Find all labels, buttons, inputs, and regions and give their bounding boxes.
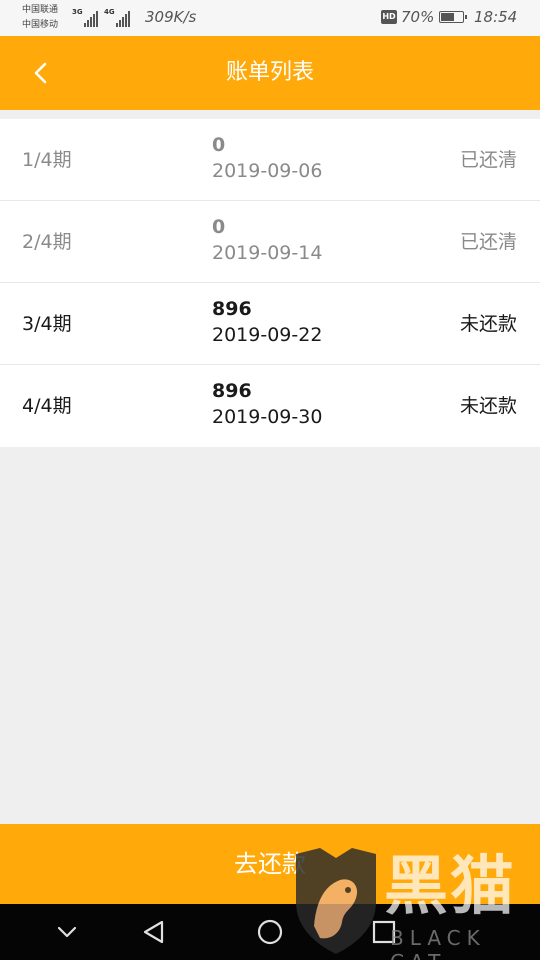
- bill-period: 3/4期: [22, 313, 72, 335]
- square-recents-icon[interactable]: [366, 914, 402, 950]
- carrier-2: 中国移动: [22, 20, 59, 30]
- app-header: 账单列表: [0, 36, 540, 110]
- bill-period: 1/4期: [22, 149, 72, 171]
- chevron-down-icon[interactable]: [49, 914, 85, 950]
- bill-row[interactable]: 2/4期 0 2019-09-14 已还清: [0, 201, 540, 283]
- network-speed: 309K/s: [145, 8, 197, 26]
- signal-icon: 4G: [104, 8, 130, 28]
- network-icons: 3G 4G: [72, 8, 130, 28]
- repay-button[interactable]: 去还款: [0, 824, 540, 904]
- screen: 中国联通 中国移动 3G 4G 309K/s HD 70% 18:54 账单列表…: [0, 0, 540, 960]
- bill-amount: 896: [212, 298, 252, 320]
- bill-status: 未还款: [459, 313, 517, 335]
- signal-icon: 3G: [72, 8, 98, 28]
- battery-fill: [441, 13, 454, 21]
- bill-row[interactable]: 4/4期 896 2019-09-30 未还款: [0, 365, 540, 447]
- bill-status: 已还清: [459, 231, 517, 253]
- bill-amount: 0: [212, 216, 226, 238]
- battery-percent: 70%: [401, 8, 435, 26]
- status-bar: 中国联通 中国移动 3G 4G 309K/s HD 70% 18:54: [0, 0, 540, 36]
- bill-status: 未还款: [459, 395, 517, 417]
- network-type-2: 4G: [104, 8, 115, 16]
- bill-status: 已还清: [459, 149, 517, 171]
- triangle-back-icon[interactable]: [136, 914, 172, 950]
- bill-period: 2/4期: [22, 231, 72, 253]
- battery-icon: [439, 11, 467, 23]
- page-title: 账单列表: [225, 60, 314, 85]
- network-type-1: 3G: [72, 8, 83, 16]
- bill-date: 2019-09-14: [212, 242, 323, 264]
- bill-amount: 896: [212, 380, 252, 402]
- bill-list: 1/4期 0 2019-09-06 已还清 2/4期 0 2019-09-14 已还清 3/4期…: [0, 119, 540, 447]
- bill-row[interactable]: 3/4期 896 2019-09-22 未还款: [0, 283, 540, 365]
- carrier-1: 中国联通: [22, 5, 59, 15]
- bill-row[interactable]: 1/4期 0 2019-09-06 已还清: [0, 119, 540, 201]
- bill-period: 4/4期: [22, 395, 72, 417]
- circle-home-icon[interactable]: [252, 914, 288, 950]
- carrier-names: 中国联通 中国移动: [22, 3, 58, 33]
- bill-amount: 0: [212, 134, 226, 156]
- hd-icon: HD: [381, 10, 397, 24]
- bill-date: 2019-09-30: [212, 406, 323, 428]
- bill-date: 2019-09-22: [212, 324, 323, 346]
- bill-date: 2019-09-06: [212, 160, 323, 182]
- clock: 18:54: [474, 8, 518, 26]
- navigation-bar: [0, 904, 540, 960]
